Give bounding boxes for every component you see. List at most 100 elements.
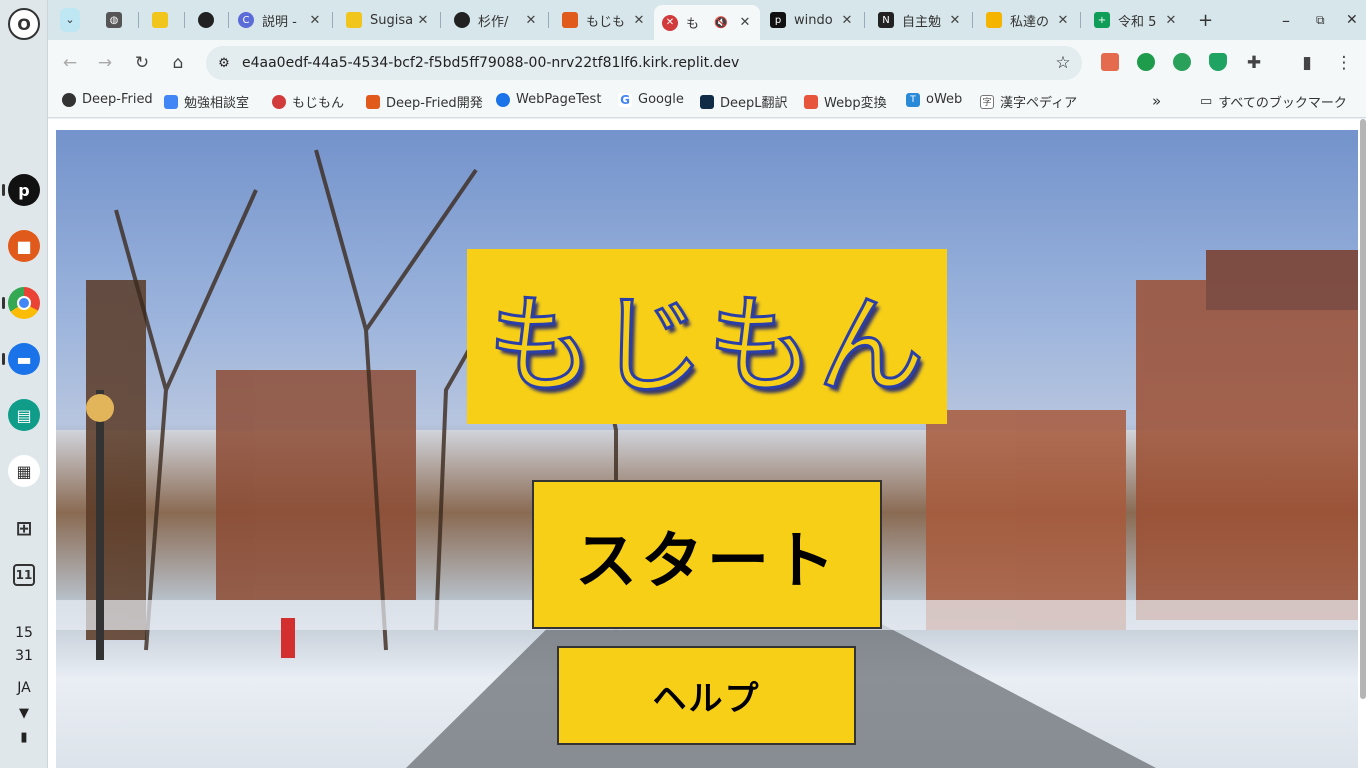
extension-icon[interactable] <box>1101 53 1119 71</box>
close-icon[interactable]: ✕ <box>414 13 432 28</box>
deep-fried-icon <box>366 94 380 109</box>
tab-jishu[interactable]: N 自主勉 ✕ <box>870 5 970 35</box>
help-button[interactable]: ヘルプ <box>557 646 856 745</box>
bookmark-item[interactable]: もじもん <box>272 92 344 111</box>
bookmark-item[interactable]: 勉強相談室 <box>164 92 249 111</box>
bookmark-item[interactable]: G Google <box>618 92 684 107</box>
all-bookmarks-button[interactable]: ▭ すべてのブックマーク <box>1200 92 1347 111</box>
calendar-icon[interactable]: 11 <box>13 564 35 586</box>
running-indicator <box>2 353 5 365</box>
close-icon[interactable]: ✕ <box>736 15 754 30</box>
close-icon[interactable]: ✕ <box>1162 13 1180 28</box>
tab-github-repo[interactable]: 杉作/✕ <box>446 5 546 35</box>
tab-reiwa[interactable]: + 令和 5 ✕ <box>1086 5 1186 35</box>
bookmark-item[interactable]: WebPageTest <box>496 92 601 107</box>
running-indicator <box>2 184 5 196</box>
ime-indicator[interactable]: JA <box>6 680 42 696</box>
deep-fried-app-icon[interactable]: ■ <box>8 230 40 262</box>
oweb-icon: T <box>906 92 920 107</box>
bookmarks-bar: Deep-Fried 勉強相談室 もじもん Deep-Fried開発 WebPa… <box>48 86 1366 118</box>
clock-minute[interactable]: 31 <box>6 648 42 664</box>
extension-icon[interactable] <box>1137 53 1155 71</box>
start-button[interactable]: スタート <box>532 480 882 629</box>
address-bar[interactable]: ⚙ e4aa0edf-44a5-4534-bcf2-f5bd5ff79088-0… <box>206 46 1082 80</box>
folder-icon: ▭ <box>1200 94 1213 109</box>
tab-mojimon-active[interactable]: ✕ も 🔇 ✕ <box>654 5 760 40</box>
tab-strip: ⌄ ◍ C 説明 - ✕ Sugisa ✕ 杉作/✕ もじも ✕ ✕ も 🔇 ✕ p windo… <box>48 0 1366 40</box>
muted-speaker-icon[interactable]: 🔇 <box>714 16 728 29</box>
back-button[interactable]: ← <box>59 52 81 74</box>
tab-sugisa[interactable]: Sugisa ✕ <box>338 5 438 35</box>
minimize-button[interactable]: – <box>1274 5 1304 35</box>
c-icon: C <box>238 12 254 28</box>
files-app-icon[interactable]: ▬ <box>8 343 40 375</box>
chrome-app-icon[interactable] <box>8 287 40 319</box>
close-icon[interactable]: ✕ <box>838 13 856 28</box>
deep-fried-icon <box>562 12 578 28</box>
webp-icon <box>804 94 818 109</box>
os-shelf: O p ■ ▬ ▤ ▦ ⊞ 11 15 31 JA ▼ ▮ <box>0 0 48 768</box>
more-bookmarks-chevron-icon[interactable]: » <box>1152 92 1161 110</box>
tab-emoji[interactable] <box>144 5 178 35</box>
page-scrollbar[interactable] <box>1360 119 1366 699</box>
puzzle-icon[interactable]: ✚ <box>1243 52 1265 74</box>
shield-icon[interactable] <box>1209 53 1227 71</box>
notion-icon: N <box>878 12 894 28</box>
title-banner: もじもん <box>467 249 947 424</box>
webpagetest-icon <box>496 92 510 107</box>
bookmark-star-icon[interactable]: ☆ <box>1044 53 1082 73</box>
bookmark-item[interactable]: 字漢字ペディア <box>980 92 1077 111</box>
github-icon <box>198 12 214 28</box>
tab-github[interactable] <box>190 5 224 35</box>
restore-button[interactable]: ⧉ <box>1308 5 1338 35</box>
browser-toolbar: ← → ↻ ⌂ ⚙ e4aa0edf-44a5-4534-bcf2-f5bd5f… <box>48 40 1366 86</box>
new-tab-button[interactable]: + <box>1190 5 1220 35</box>
forward-button[interactable]: → <box>94 52 116 74</box>
tab-search-button[interactable]: ⌄ <box>56 5 80 35</box>
close-icon[interactable]: ✕ <box>946 13 964 28</box>
qr-app-icon[interactable]: ▦ <box>8 455 40 487</box>
bookmark-item[interactable]: ToWeb <box>906 92 962 107</box>
url-text[interactable]: e4aa0edf-44a5-4534-bcf2-f5bd5ff79088-00-… <box>242 55 1044 71</box>
tab-globe[interactable]: ◍ <box>98 5 132 35</box>
bookmark-item[interactable]: DeepL翻訳 <box>700 92 788 111</box>
bookmark-item[interactable]: Deep-Fried開発 <box>366 92 483 111</box>
globe-icon: ◍ <box>106 12 122 28</box>
game-title: もじもん <box>485 282 927 410</box>
tab-watashitachi[interactable]: 私達の ✕ <box>978 5 1078 35</box>
extension-icon[interactable] <box>1173 53 1191 71</box>
close-icon[interactable]: ✕ <box>522 13 540 28</box>
site-info-icon[interactable]: ⚙ <box>206 56 242 71</box>
close-icon[interactable]: ✕ <box>306 13 324 28</box>
close-icon[interactable]: ✕ <box>1054 13 1072 28</box>
bookmark-item[interactable]: Deep-Fried <box>62 92 153 107</box>
classroom-app-icon[interactable]: ▤ <box>8 399 40 431</box>
screenshot-icon[interactable]: ⊞ <box>8 512 40 544</box>
home-button[interactable]: ⌂ <box>167 52 189 74</box>
kanji-icon: 字 <box>980 94 994 109</box>
background-image: もじもん スタート ヘルプ <box>56 130 1358 768</box>
battery-icon[interactable]: ▮ <box>6 730 42 745</box>
bookmark-item[interactable]: Webp変換 <box>804 92 887 111</box>
launcher-button[interactable]: O <box>8 8 40 40</box>
running-indicator <box>2 297 5 309</box>
docs-icon <box>164 94 178 109</box>
tab-window[interactable]: p windo ✕ <box>762 5 862 35</box>
wifi-icon[interactable]: ▼ <box>6 706 42 721</box>
close-window-button[interactable]: ✕ <box>1338 5 1364 35</box>
pixiv-icon: p <box>770 12 786 28</box>
reload-button[interactable]: ↻ <box>131 52 153 74</box>
emoji-icon <box>152 12 168 28</box>
close-icon[interactable]: ✕ <box>630 13 648 28</box>
mojimon-icon <box>272 94 286 109</box>
mojimon-icon: ✕ <box>662 14 678 31</box>
clock-hour[interactable]: 15 <box>6 625 42 641</box>
tab-setsumei[interactable]: C 説明 - ✕ <box>230 5 330 35</box>
tab-mojimon-dev[interactable]: もじも ✕ <box>554 5 654 35</box>
menu-icon[interactable]: ⋮ <box>1333 52 1355 74</box>
sheets-icon: + <box>1094 12 1110 28</box>
side-panel-icon[interactable]: ▮ <box>1296 52 1318 74</box>
deepl-icon <box>700 94 714 109</box>
emoji-icon <box>346 12 362 28</box>
pixiv-app-icon[interactable]: p <box>8 174 40 206</box>
